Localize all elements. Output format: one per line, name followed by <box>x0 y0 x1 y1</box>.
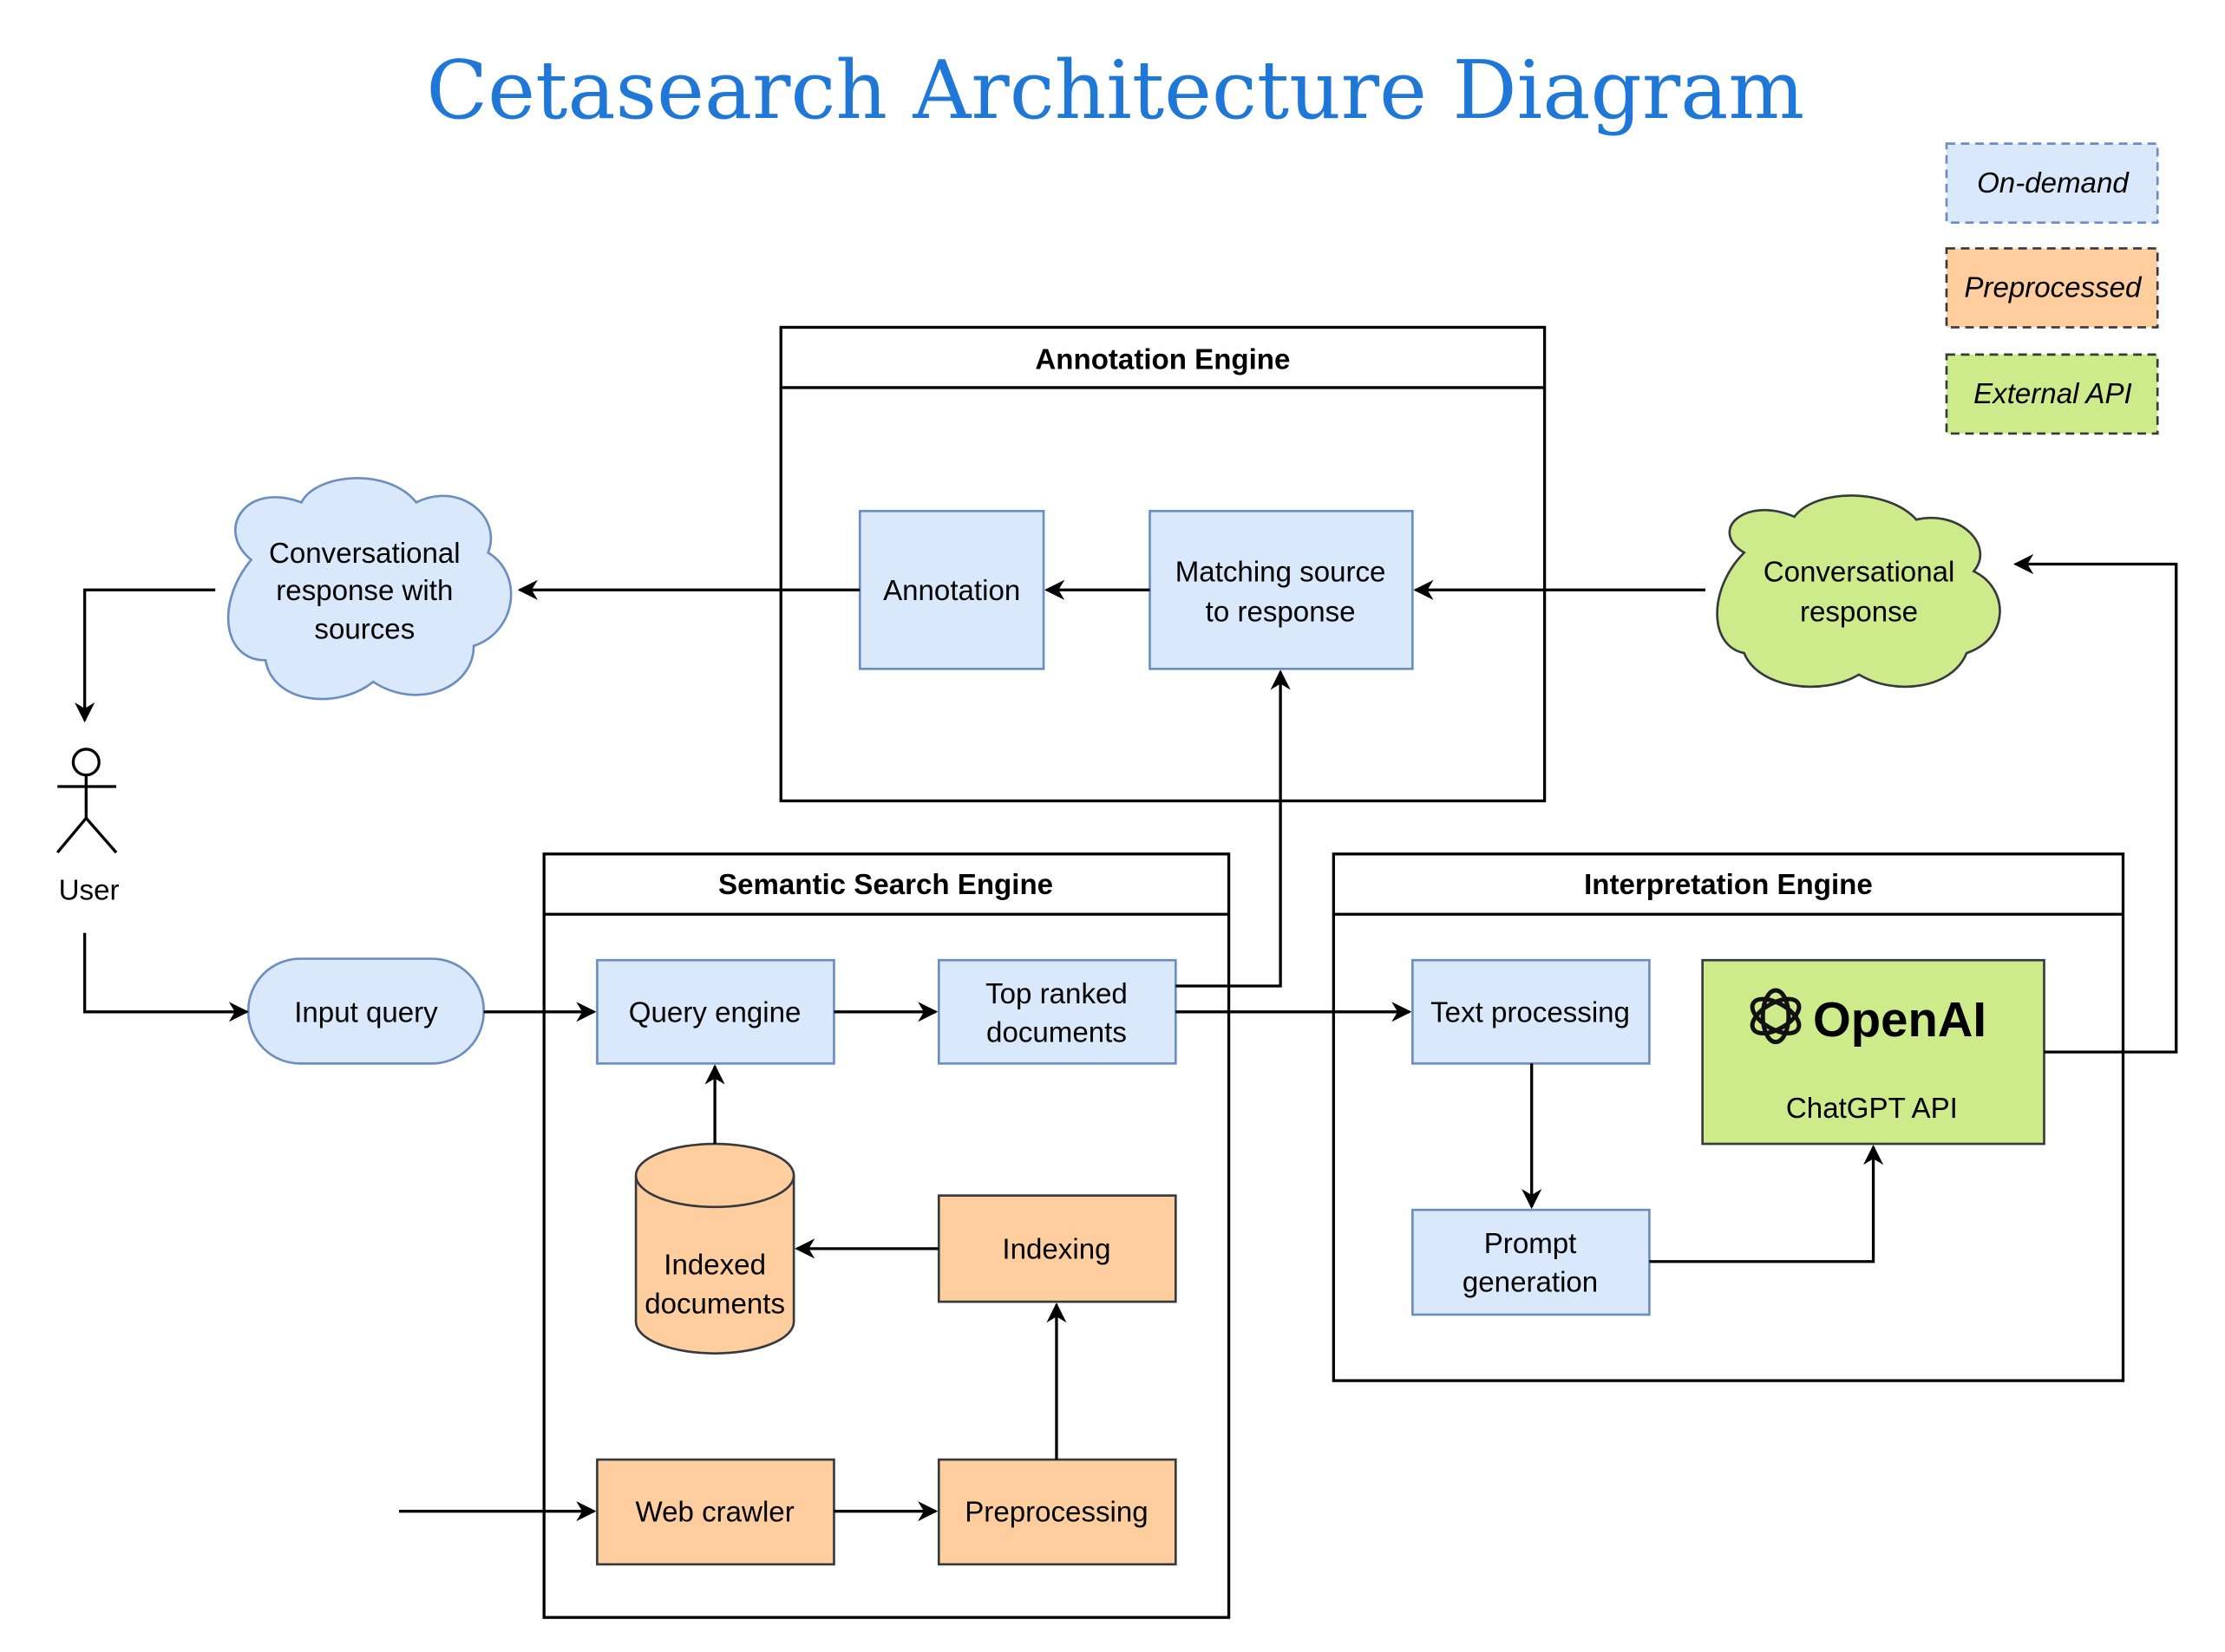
user-label: User <box>59 875 120 907</box>
top-ranked-line1: Top ranked <box>985 978 1128 1010</box>
input-query-label: Input query <box>294 996 438 1028</box>
cloud-response-line1: Conversational <box>1764 556 1955 588</box>
indexed-docs-line1: Indexed <box>664 1250 766 1282</box>
prompt-generation-node[interactable] <box>1411 1208 1651 1316</box>
legend-preprocessed-label: Preprocessed <box>1964 272 2143 304</box>
cloud-response-line2: response <box>1800 597 1918 629</box>
interpretation-engine-title: Interpretation Engine <box>1584 869 1873 901</box>
diagram-title: Cetasearch Architecture Diagram <box>426 43 1804 137</box>
semantic-search-engine-title: Semantic Search Engine <box>718 869 1053 901</box>
web-crawler-label: Web crawler <box>636 1496 795 1528</box>
top-ranked-line2: documents <box>986 1017 1127 1049</box>
cloud-sources-line1: Conversational <box>269 538 461 570</box>
chatgpt-api-label: ChatGPT API <box>1786 1093 1958 1125</box>
annotation-label: Annotation <box>883 575 1020 607</box>
user-actor-icon[interactable] <box>56 748 118 854</box>
openai-wordmark: OpenAI <box>1813 992 1986 1047</box>
legend-on-demand-label: On-demand <box>1977 167 2130 199</box>
conversational-response-cloud[interactable] <box>1716 494 2001 689</box>
query-engine-label: Query engine <box>629 996 802 1028</box>
edge-user-to-input <box>82 932 249 1022</box>
prompt-gen-line2: generation <box>1463 1266 1598 1298</box>
cloud-sources-line3: sources <box>314 614 415 646</box>
preprocessing-label: Preprocessing <box>965 1496 1148 1528</box>
cloud-sources-line2: response with <box>276 575 453 607</box>
matching-source-node[interactable] <box>1148 509 1414 670</box>
legend: On-demand Preprocessed External API <box>1945 142 2159 435</box>
prompt-gen-line1: Prompt <box>1484 1228 1577 1260</box>
legend-external-api-label: External API <box>1973 378 2132 410</box>
architecture-diagram: Cetasearch Architecture Diagram On-deman… <box>56 43 2178 1619</box>
matching-label-line2: to response <box>1206 597 1356 629</box>
indexing-label: Indexing <box>1002 1233 1110 1265</box>
indexed-docs-line2: documents <box>645 1288 785 1320</box>
edge-cloud-to-user <box>75 588 216 723</box>
text-processing-label: Text processing <box>1430 996 1630 1028</box>
annotation-engine-title: Annotation Engine <box>1035 343 1290 375</box>
matching-label-line1: Matching source <box>1175 556 1386 588</box>
